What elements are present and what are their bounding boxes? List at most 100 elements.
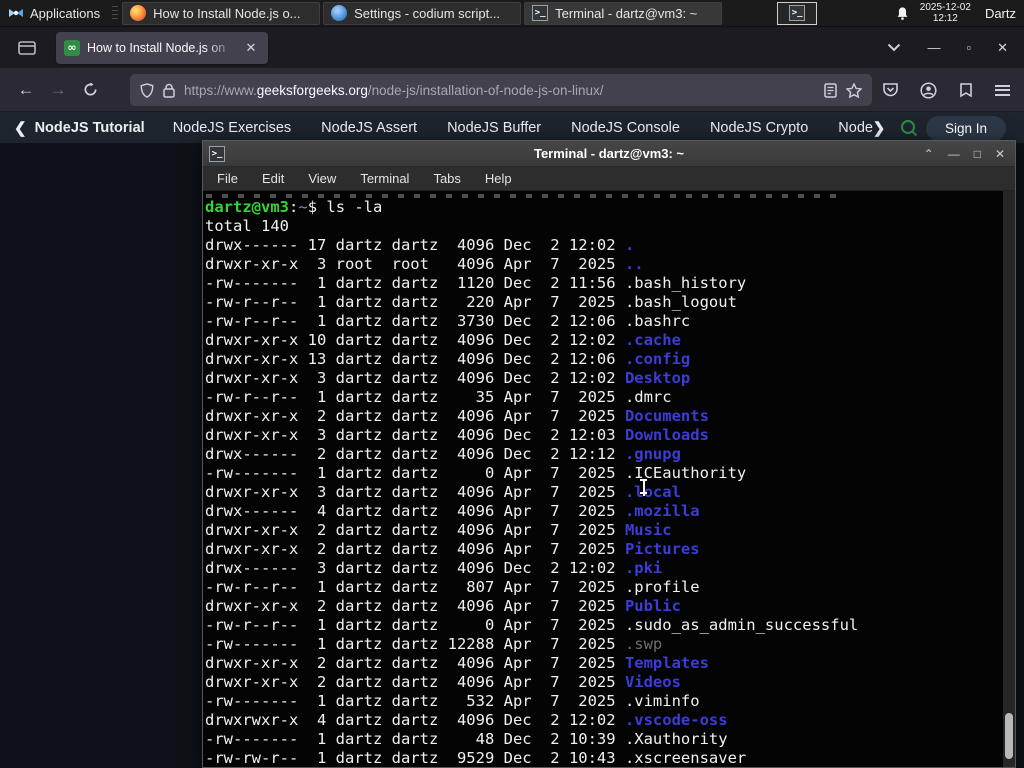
gfg-subnav-bar: ❮ NodeJS Tutorial NodeJS Exercises NodeJS… xyxy=(0,112,1024,143)
applications-menu-button[interactable]: Applications xyxy=(0,0,108,27)
gfg-back-item[interactable]: ❮ NodeJS Tutorial xyxy=(14,119,145,137)
listing-line: -rw------- 1 dartz dartz 1120 Dec 2 11:5… xyxy=(205,274,1015,293)
taskbar-button[interactable]: >_ Terminal - dartz@vm3: ~ xyxy=(524,1,723,25)
tracking-shield-icon[interactable] xyxy=(140,82,154,98)
bookmark-star-icon[interactable] xyxy=(846,82,862,98)
panel-grip xyxy=(112,6,119,20)
workspace-pager[interactable]: >_ xyxy=(777,1,818,25)
listing-line: drwxr-xr-x 3 dartz dartz 4096 Dec 2 12:0… xyxy=(205,369,1015,388)
listing-filename: Public xyxy=(624,597,681,615)
url-bar[interactable]: https://www.geeksforgeeks.org/node-js/in… xyxy=(130,74,872,106)
terminal-icon: >_ xyxy=(532,5,549,21)
extensions-icon[interactable] xyxy=(958,82,974,98)
listing-line: -rw-r--r-- 1 dartz dartz 220 Apr 7 2025 … xyxy=(205,293,1015,312)
listing-filename: .local xyxy=(624,483,681,501)
listing-line: drwxr-xr-x 13 dartz dartz 4096 Dec 2 12:… xyxy=(205,350,1015,369)
terminal-scrollbar[interactable] xyxy=(1003,191,1015,767)
back-button[interactable]: ← xyxy=(10,80,42,100)
shell-prompt-line: dartz@vm3:~$ ls -la xyxy=(205,198,1015,217)
terminal-close-button[interactable]: ✕ xyxy=(995,147,1005,161)
listing-filename: Music xyxy=(624,521,672,539)
listing-line: drwx------ 3 dartz dartz 4096 Dec 2 12:0… xyxy=(205,559,1015,578)
gfg-nav-item[interactable]: NodeJS Exercises xyxy=(173,120,291,136)
chevron-left-icon: ❮ xyxy=(14,119,27,137)
listing-line: -rw------- 1 dartz dartz 12288 Apr 7 202… xyxy=(205,635,1015,654)
listing-filename: .vscode-oss xyxy=(624,711,728,729)
listing-meta: drwx------ 2 dartz dartz 4096 Dec 2 12:1… xyxy=(205,445,625,463)
terminal-menu-view[interactable]: View xyxy=(308,171,336,186)
listing-line: drwxr-xr-x 2 dartz dartz 4096 Apr 7 2025… xyxy=(205,540,1015,559)
gfg-nav-item[interactable]: NodeJS DNS xyxy=(838,120,872,136)
forward-button[interactable]: → xyxy=(42,80,74,100)
listing-filename: .pki xyxy=(624,559,663,577)
terminal-menu-edit[interactable]: Edit xyxy=(262,171,284,186)
listing-meta: -rw-r--r-- 1 dartz dartz 807 Apr 7 2025 xyxy=(205,578,625,596)
reader-mode-icon[interactable] xyxy=(824,82,837,98)
terminal-maximize-button[interactable]: □ xyxy=(974,147,981,161)
terminal-shade-button[interactable]: ⌃ xyxy=(924,147,934,161)
terminal-menubar: File Edit View Terminal Tabs Help xyxy=(203,167,1015,191)
taskbar-button[interactable]: How to Install Node.js o... xyxy=(122,1,321,25)
listing-line: -rw-r--r-- 1 dartz dartz 0 Apr 7 2025 .s… xyxy=(205,616,1015,635)
sign-in-button[interactable]: Sign In xyxy=(926,116,1006,141)
listing-meta: drwxr-xr-x 3 dartz dartz 4096 Apr 7 2025 xyxy=(205,483,625,501)
browser-maximize-button[interactable]: ▫ xyxy=(966,40,971,55)
browser-close-button[interactable]: ✕ xyxy=(997,40,1008,56)
terminal-window-icon: >_ xyxy=(209,145,225,162)
gfg-nav-item[interactable]: NodeJS Crypto xyxy=(710,120,808,136)
taskbar-button-label: How to Install Node.js o... xyxy=(153,5,301,21)
terminal-menu-help[interactable]: Help xyxy=(485,171,512,186)
listing-filename: .bash_logout xyxy=(624,293,737,311)
listing-filename: .bashrc xyxy=(624,312,691,330)
listing-filename: .gnupg xyxy=(624,445,681,463)
terminal-menu-file[interactable]: File xyxy=(217,171,238,186)
browser-tab-active[interactable]: ∞ How to Install Node.js on ✕ xyxy=(56,32,268,64)
listing-filename: Downloads xyxy=(624,426,709,444)
app-menu-icon[interactable] xyxy=(995,84,1010,96)
listing-filename: .Xauthority xyxy=(624,730,728,748)
terminal-output[interactable]: dartz@vm3:~$ ls -la total 140 drwx------… xyxy=(203,191,1015,767)
gfg-nav-item[interactable]: NodeJS Console xyxy=(571,120,680,136)
prompt-dollar: $ xyxy=(307,198,327,216)
listing-meta: -rw-rw-r-- 1 dartz dartz 9529 Dec 2 10:4… xyxy=(205,749,625,767)
pocket-save-icon[interactable] xyxy=(882,82,899,98)
listing-filename: .profile xyxy=(624,578,700,596)
terminal-minimize-button[interactable]: — xyxy=(948,147,960,161)
reload-icon xyxy=(84,82,96,96)
listing-line: drwxr-xr-x 2 dartz dartz 4096 Apr 7 2025… xyxy=(205,597,1015,616)
listing-line: drwxr-xr-x 2 dartz dartz 4096 Apr 7 2025… xyxy=(205,673,1015,692)
browser-minimize-button[interactable]: — xyxy=(927,40,940,55)
gfg-back-label: NodeJS Tutorial xyxy=(34,119,145,136)
listing-filename: .config xyxy=(624,350,691,368)
panel-clock[interactable]: 2025-12-02 12:12 xyxy=(920,2,971,24)
notification-bell-icon[interactable] xyxy=(895,6,910,21)
tab-close-button[interactable]: ✕ xyxy=(242,39,260,57)
listing-meta: drwxr-xr-x 2 dartz dartz 4096 Apr 7 2025 xyxy=(205,407,625,425)
list-all-tabs-chevron-icon[interactable] xyxy=(887,43,901,52)
user-menu[interactable]: Dartz xyxy=(981,6,1016,21)
listing-meta: -rw------- 1 dartz dartz 1120 Dec 2 11:5… xyxy=(205,274,625,292)
desktop-panel: Applications How to Install Node.js o...… xyxy=(0,0,1024,27)
listing-meta: drwxr-xr-x 13 dartz dartz 4096 Dec 2 12:… xyxy=(205,350,625,368)
gfg-nav-item[interactable]: NodeJS Assert xyxy=(321,120,417,136)
gfg-nav-item[interactable]: NodeJS Buffer xyxy=(447,120,541,136)
prompt-user-host: dartz@vm3 xyxy=(205,198,289,216)
window-task-list: How to Install Node.js o... Settings - co… xyxy=(122,1,725,25)
chevron-right-icon[interactable]: ❯ xyxy=(873,119,886,137)
url-text: https://www.geeksforgeeks.org/node-js/in… xyxy=(184,83,815,98)
lock-icon[interactable] xyxy=(163,83,175,98)
codium-icon xyxy=(331,5,348,21)
terminal-window-controls: ⌃ — □ ✕ xyxy=(924,147,1015,161)
terminal-menu-tabs[interactable]: Tabs xyxy=(433,171,460,186)
reload-button[interactable] xyxy=(74,82,106,97)
search-icon[interactable] xyxy=(899,118,919,138)
listing-line: drwxr-xr-x 2 dartz dartz 4096 Apr 7 2025… xyxy=(205,407,1015,426)
taskbar-button[interactable]: Settings - codium script... xyxy=(323,1,522,25)
terminal-scrollbar-thumb[interactable] xyxy=(1005,713,1013,759)
terminal-menu-terminal[interactable]: Terminal xyxy=(360,171,409,186)
account-icon[interactable] xyxy=(920,81,937,99)
listing-line: -rw------- 1 dartz dartz 0 Apr 7 2025 .I… xyxy=(205,464,1015,483)
firefox-view-button[interactable] xyxy=(12,35,42,61)
terminal-titlebar[interactable]: >_ Terminal - dartz@vm3: ~ ⌃ — □ ✕ xyxy=(203,141,1015,167)
listing-line: -rw-rw-r-- 1 dartz dartz 9529 Dec 2 10:4… xyxy=(205,749,1015,767)
